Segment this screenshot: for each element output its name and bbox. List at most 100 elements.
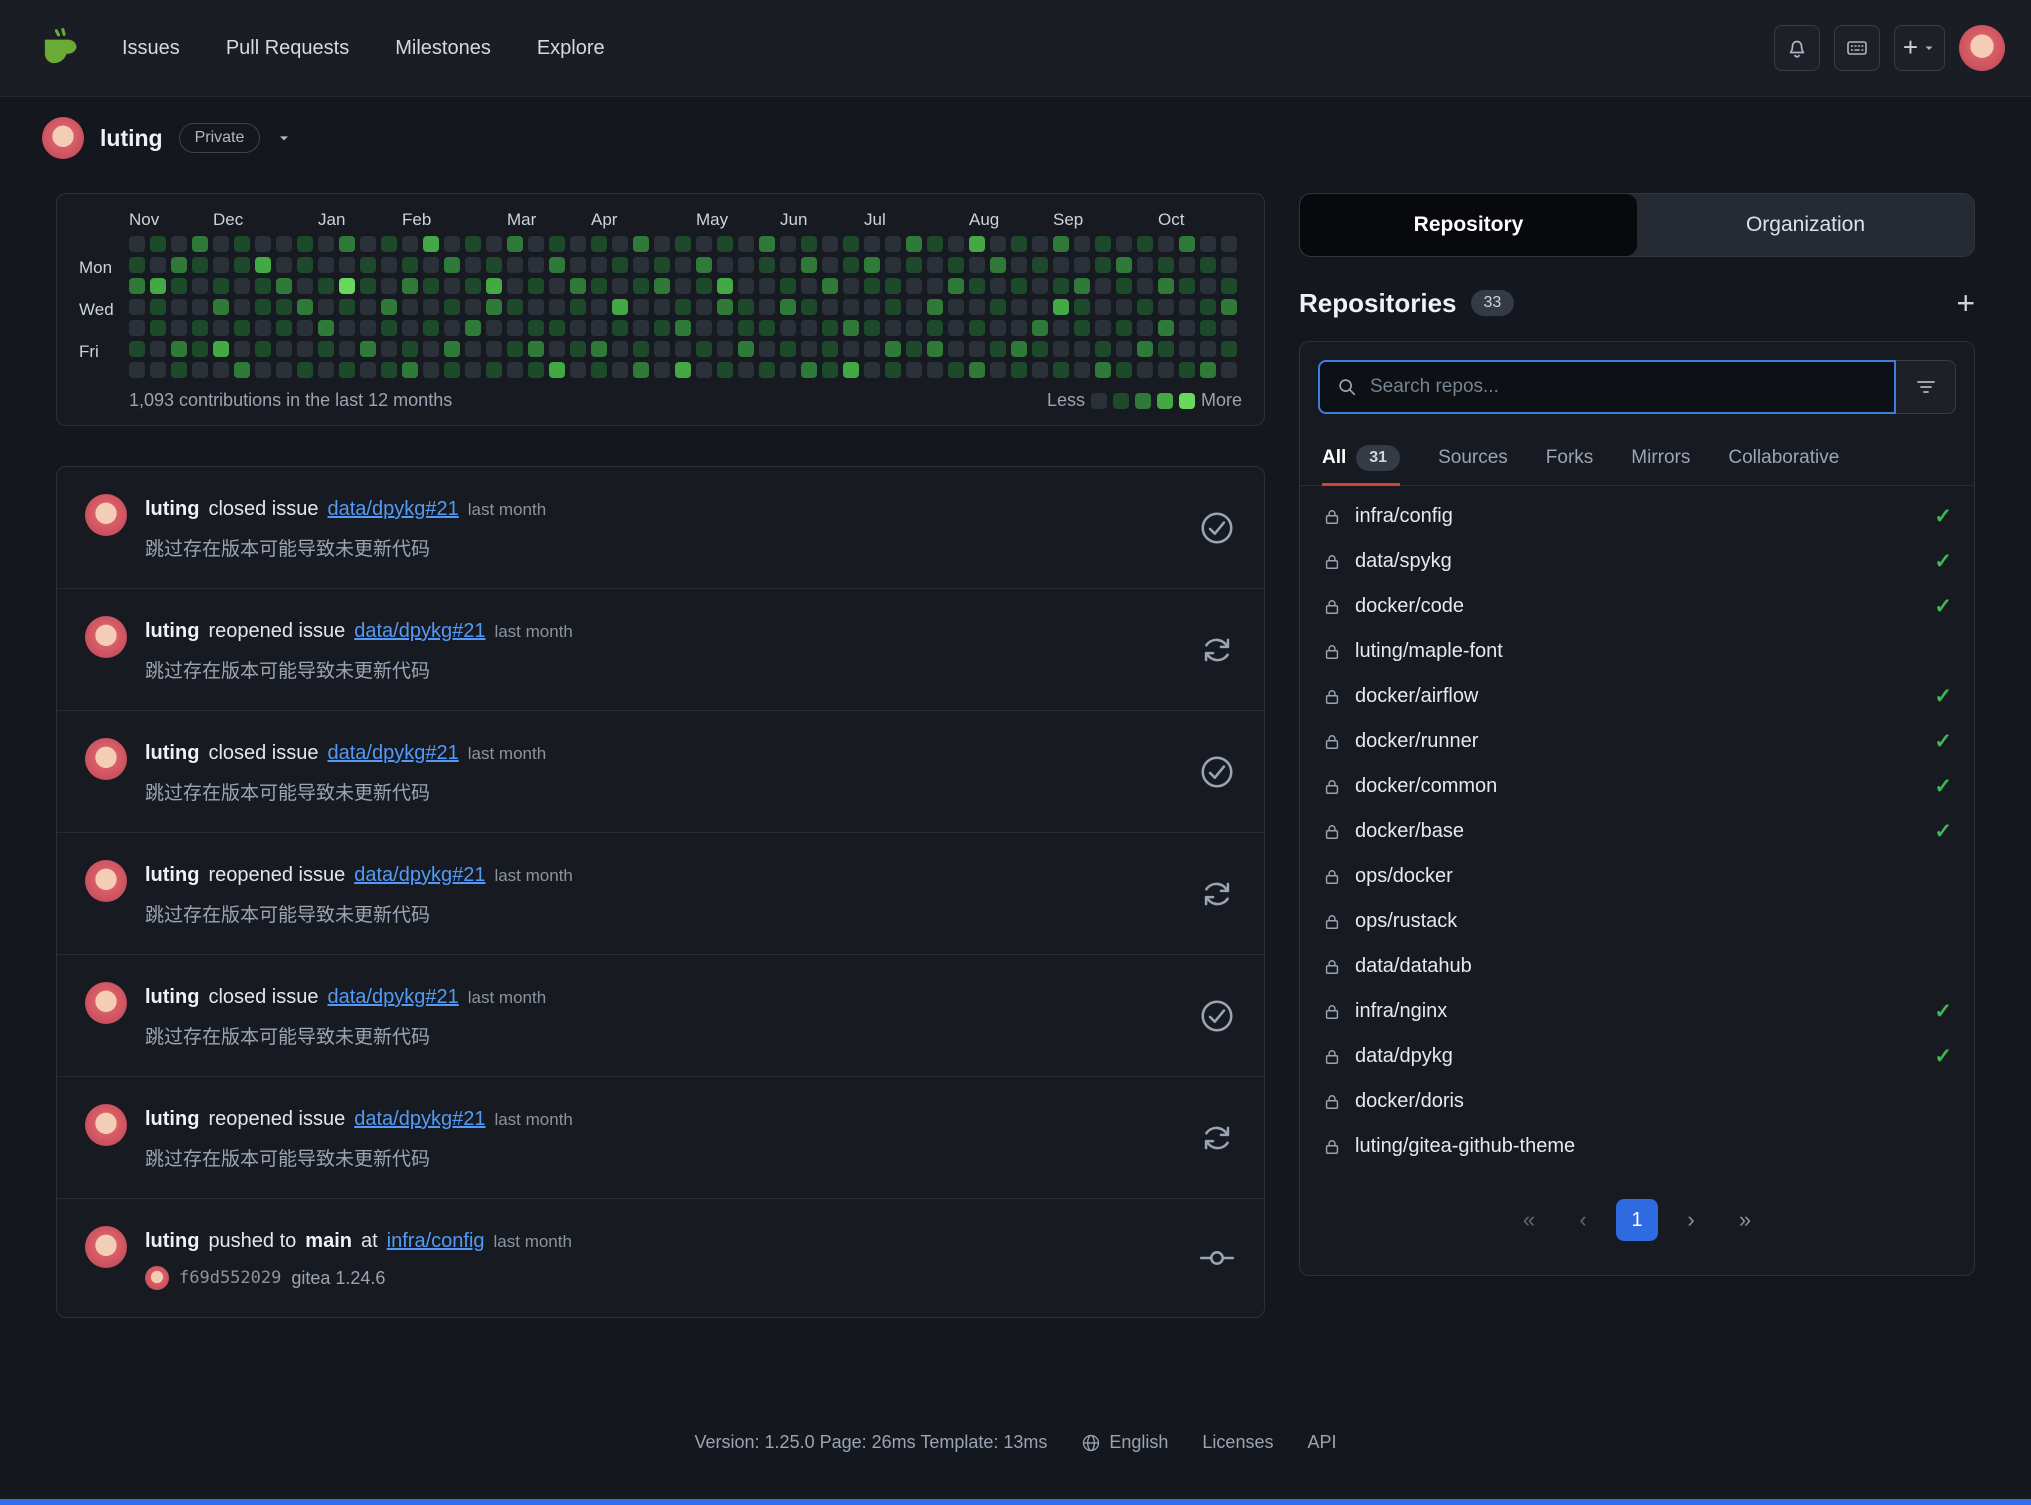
heatmap-cell[interactable]: [423, 236, 439, 252]
actor-avatar[interactable]: [85, 738, 127, 780]
heatmap-cell[interactable]: [843, 362, 859, 378]
heatmap-cell[interactable]: [1200, 362, 1216, 378]
heatmap-cell[interactable]: [507, 299, 523, 315]
activity-object-link[interactable]: data/dpykg#21: [328, 986, 459, 1009]
heatmap-cell[interactable]: [948, 278, 964, 294]
heatmap-cell[interactable]: [633, 341, 649, 357]
heatmap-cell[interactable]: [528, 341, 544, 357]
heatmap-cell[interactable]: [486, 257, 502, 273]
repo-list-item[interactable]: ops/docker: [1300, 854, 1974, 899]
heatmap-cell[interactable]: [1179, 341, 1195, 357]
search-input[interactable]: [1370, 376, 1878, 398]
heatmap-cell[interactable]: [276, 236, 292, 252]
heatmap-cell[interactable]: [423, 257, 439, 273]
pagination-first-button[interactable]: «: [1508, 1199, 1550, 1241]
heatmap-cell[interactable]: [1179, 299, 1195, 315]
repo-list-item[interactable]: ops/rustack: [1300, 899, 1974, 944]
user-avatar[interactable]: [1959, 25, 2005, 71]
heatmap-cell[interactable]: [717, 299, 733, 315]
heatmap-cell[interactable]: [528, 236, 544, 252]
heatmap-cell[interactable]: [738, 362, 754, 378]
heatmap-cell[interactable]: [150, 278, 166, 294]
add-repository-button[interactable]: +: [1956, 287, 1975, 319]
heatmap-cell[interactable]: [906, 320, 922, 336]
heatmap-cell[interactable]: [633, 257, 649, 273]
actor-avatar[interactable]: [85, 1104, 127, 1146]
heatmap-cell[interactable]: [1074, 236, 1090, 252]
heatmap-cell[interactable]: [402, 362, 418, 378]
heatmap-cell[interactable]: [759, 257, 775, 273]
heatmap-cell[interactable]: [234, 320, 250, 336]
heatmap-cell[interactable]: [822, 257, 838, 273]
heatmap-cell[interactable]: [633, 362, 649, 378]
heatmap-cell[interactable]: [1053, 257, 1069, 273]
heatmap-cell[interactable]: [738, 236, 754, 252]
heatmap-cell[interactable]: [864, 362, 880, 378]
heatmap-cell[interactable]: [297, 341, 313, 357]
heatmap-cell[interactable]: [1158, 236, 1174, 252]
pagination-prev-button[interactable]: ‹: [1562, 1199, 1604, 1241]
heatmap-cell[interactable]: [486, 236, 502, 252]
heatmap-cell[interactable]: [192, 362, 208, 378]
heatmap-cell[interactable]: [486, 320, 502, 336]
heatmap-cell[interactable]: [213, 236, 229, 252]
gitea-logo-icon[interactable]: [38, 25, 84, 71]
heatmap-cell[interactable]: [885, 257, 901, 273]
heatmap-cell[interactable]: [801, 362, 817, 378]
heatmap-cell[interactable]: [1158, 341, 1174, 357]
repo-list-item[interactable]: docker/base ✓: [1300, 809, 1974, 854]
heatmap-cell[interactable]: [717, 320, 733, 336]
heatmap-cell[interactable]: [675, 257, 691, 273]
activity-object-link[interactable]: data/dpykg#21: [354, 864, 485, 887]
activity-actor-link[interactable]: luting: [145, 1108, 199, 1131]
heatmap-cell[interactable]: [1053, 278, 1069, 294]
heatmap-cell[interactable]: [612, 278, 628, 294]
heatmap-cell[interactable]: [360, 320, 376, 336]
repo-list-item[interactable]: luting/maple-font: [1300, 629, 1974, 674]
heatmap-cell[interactable]: [570, 320, 586, 336]
heatmap-cell[interactable]: [738, 278, 754, 294]
heatmap-cell[interactable]: [423, 320, 439, 336]
heatmap-cell[interactable]: [591, 257, 607, 273]
heatmap-cell[interactable]: [822, 362, 838, 378]
heatmap-cell[interactable]: [1095, 257, 1111, 273]
heatmap-cell[interactable]: [255, 278, 271, 294]
heatmap-cell[interactable]: [1032, 257, 1048, 273]
heatmap-cell[interactable]: [885, 299, 901, 315]
heatmap-cell[interactable]: [276, 341, 292, 357]
heatmap-cell[interactable]: [1137, 257, 1153, 273]
heatmap-cell[interactable]: [1053, 236, 1069, 252]
heatmap-cell[interactable]: [129, 362, 145, 378]
heatmap-cell[interactable]: [990, 362, 1006, 378]
heatmap-cell[interactable]: [192, 257, 208, 273]
heatmap-cell[interactable]: [360, 257, 376, 273]
repo-list-item[interactable]: data/spykg ✓: [1300, 539, 1974, 584]
repo-list-item[interactable]: docker/common ✓: [1300, 764, 1974, 809]
heatmap-cell[interactable]: [276, 299, 292, 315]
activity-actor-link[interactable]: luting: [145, 986, 199, 1009]
heatmap-cell[interactable]: [297, 257, 313, 273]
heatmap-cell[interactable]: [444, 257, 460, 273]
navbar-item[interactable]: Pull Requests: [226, 37, 349, 60]
heatmap-cell[interactable]: [129, 236, 145, 252]
heatmap-cell[interactable]: [675, 236, 691, 252]
repo-filter-tab-all[interactable]: All 31: [1322, 432, 1400, 486]
heatmap-cell[interactable]: [906, 257, 922, 273]
heatmap-cell[interactable]: [759, 320, 775, 336]
heatmap-cell[interactable]: [423, 341, 439, 357]
heatmap-cell[interactable]: [948, 236, 964, 252]
heatmap-cell[interactable]: [633, 299, 649, 315]
heatmap-cell[interactable]: [381, 236, 397, 252]
heatmap-cell[interactable]: [969, 341, 985, 357]
heatmap-cell[interactable]: [612, 236, 628, 252]
heatmap-cell[interactable]: [612, 320, 628, 336]
heatmap-cell[interactable]: [255, 341, 271, 357]
heatmap-cell[interactable]: [843, 320, 859, 336]
notifications-button[interactable]: [1774, 25, 1820, 71]
heatmap-cell[interactable]: [1158, 299, 1174, 315]
heatmap-cell[interactable]: [591, 362, 607, 378]
heatmap-cell[interactable]: [549, 341, 565, 357]
heatmap-cell[interactable]: [969, 299, 985, 315]
heatmap-cell[interactable]: [948, 320, 964, 336]
heatmap-cell[interactable]: [1158, 320, 1174, 336]
